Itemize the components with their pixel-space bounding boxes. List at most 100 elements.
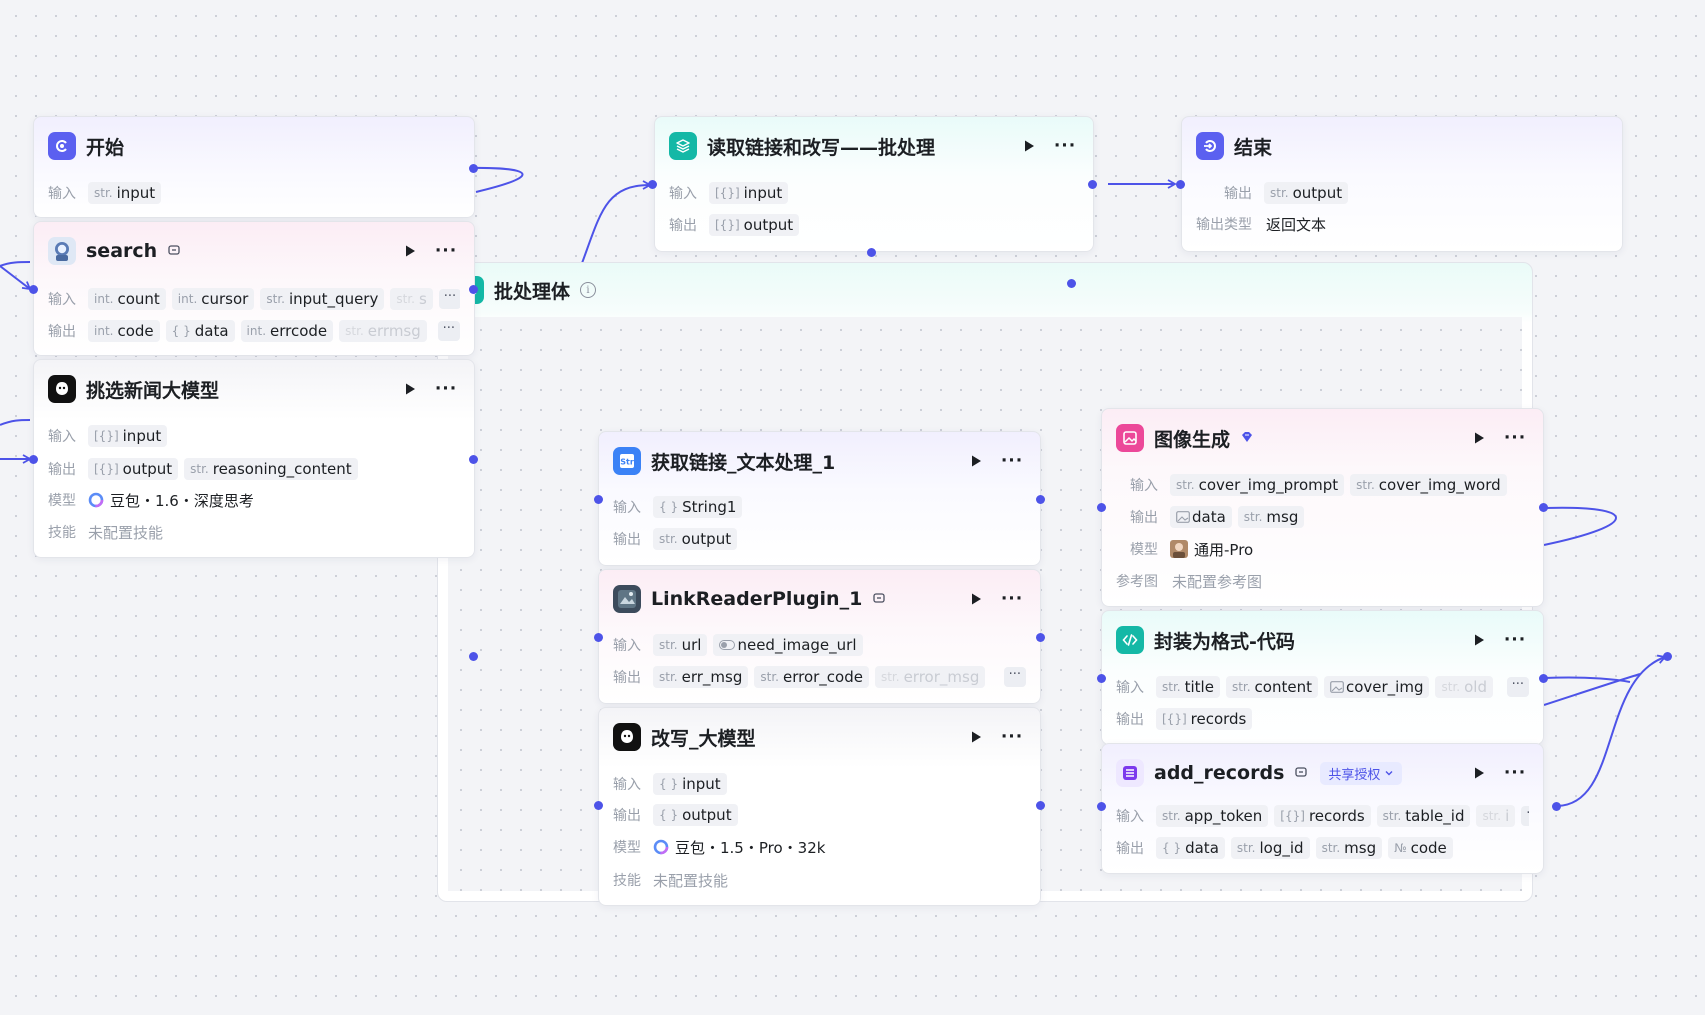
output-port[interactable] xyxy=(1552,802,1561,811)
param-tag: [{}] output xyxy=(709,214,800,236)
input-port[interactable] xyxy=(29,455,38,464)
row-label: 技能 xyxy=(613,873,641,889)
input-port[interactable] xyxy=(594,801,603,810)
node-pick-news-llm[interactable]: 挑选新闻大模型 ··· 输入 [{}] input 输出 [{}] output s… xyxy=(33,359,475,558)
batch-body-port[interactable] xyxy=(1067,279,1076,288)
node-code-header: 封装为格式-代码 ··· xyxy=(1116,625,1529,655)
expand-params-button[interactable]: ··· xyxy=(437,321,460,341)
node-link-reader-header: LinkReaderPlugin_1 ··· xyxy=(613,584,1026,614)
expand-params-button[interactable]: ··· xyxy=(1003,667,1026,687)
skill-value: 未配置技能 xyxy=(653,871,729,890)
run-button[interactable] xyxy=(1017,134,1041,158)
node-add-records-header: add_records 共享授权 ··· xyxy=(1116,758,1529,788)
output-port[interactable] xyxy=(469,164,478,173)
input-port[interactable] xyxy=(1097,802,1106,811)
edge-search-in-top xyxy=(0,261,31,267)
batch-body-port[interactable] xyxy=(867,248,876,257)
plugin-badge-icon xyxy=(1294,765,1310,781)
output-port[interactable] xyxy=(1539,674,1548,683)
output-row: 输出 [{}] records xyxy=(1116,706,1529,732)
node-search[interactable]: search ··· 输入 int. count int. cursor str. i… xyxy=(33,221,475,356)
image-type-icon xyxy=(1176,511,1190,523)
row-label: 技能 xyxy=(48,525,76,541)
param-tag: str. msg xyxy=(1315,837,1383,859)
expand-params-button[interactable]: ··· xyxy=(438,289,460,309)
expand-params-button[interactable]: ··· xyxy=(1506,677,1529,697)
param-tag: str. log_id xyxy=(1230,837,1310,859)
info-icon[interactable]: i xyxy=(580,282,597,298)
astronaut-avatar-icon xyxy=(48,237,76,265)
run-button[interactable] xyxy=(398,239,422,263)
run-button[interactable] xyxy=(1467,426,1491,450)
output-row: 输出 { } output xyxy=(613,802,1026,828)
node-code[interactable]: 封装为格式-代码 ··· 输入 str. title str. content co… xyxy=(1101,610,1544,745)
toggle-type-icon xyxy=(719,640,736,650)
output-port[interactable] xyxy=(1036,801,1045,810)
node-image-gen[interactable]: 图像生成 ··· 输入 str. cover_img_prompt str. cov… xyxy=(1101,408,1544,607)
row-label: 输入 xyxy=(1116,680,1144,696)
param-tag: cover_img xyxy=(1323,676,1430,698)
batch-body-end-port[interactable] xyxy=(1663,652,1672,661)
more-options-button[interactable]: ··· xyxy=(998,725,1026,749)
output-port[interactable] xyxy=(1539,503,1548,512)
run-button[interactable] xyxy=(964,725,988,749)
input-port[interactable] xyxy=(1097,503,1106,512)
input-port[interactable] xyxy=(1176,180,1185,189)
more-options-button[interactable]: ··· xyxy=(1051,134,1079,158)
param-tag: data xyxy=(1170,506,1232,528)
edge-code-out xyxy=(1543,676,1631,683)
run-button[interactable] xyxy=(964,587,988,611)
node-rewrite-llm[interactable]: 改写_大模型 ··· 输入 { } input 输出 { } output 模型 豆… xyxy=(598,707,1041,906)
output-port[interactable] xyxy=(469,285,478,294)
batch-body-start-port[interactable] xyxy=(469,652,478,661)
output-port[interactable] xyxy=(469,455,478,464)
param-tag: [{}] input xyxy=(709,182,789,204)
output-port[interactable] xyxy=(1036,633,1045,642)
more-options-button[interactable]: ··· xyxy=(1501,761,1529,785)
output-row: 输出 [{}] output str. reasoning_content xyxy=(48,456,460,482)
row-label: 输出类型 xyxy=(1196,217,1252,233)
param-tag: str. error_code xyxy=(754,666,869,688)
input-port[interactable] xyxy=(594,495,603,504)
param-tag: str. error_msg xyxy=(874,666,986,688)
more-options-button[interactable]: ··· xyxy=(998,449,1026,473)
row-label: 模型 xyxy=(1130,542,1158,558)
more-options-button[interactable]: ··· xyxy=(432,239,460,263)
more-options-button[interactable]: ··· xyxy=(432,377,460,401)
row-label: 参考图 xyxy=(1116,574,1158,590)
run-button[interactable] xyxy=(398,377,422,401)
run-button[interactable] xyxy=(964,449,988,473)
input-port[interactable] xyxy=(648,180,657,189)
node-pick-news-header: 挑选新闻大模型 ··· xyxy=(48,374,460,404)
run-button[interactable] xyxy=(1467,761,1491,785)
node-end[interactable]: 结束 输出 str. output 输出类型 返回文本 xyxy=(1181,116,1623,252)
output-port[interactable] xyxy=(1036,495,1045,504)
node-link-reader-plugin[interactable]: LinkReaderPlugin_1 ··· 输入 str. url need_i… xyxy=(598,569,1041,704)
node-title: search xyxy=(86,240,158,262)
node-get-link-text[interactable]: Str 获取链接_文本处理_1 ··· 输入 { } String1 输出 str… xyxy=(598,431,1041,566)
row-label: 输出 xyxy=(48,462,76,478)
output-port[interactable] xyxy=(1088,180,1097,189)
param-tag: str. reasoning_content xyxy=(184,458,358,480)
param-tag: str. url xyxy=(653,634,708,656)
input-port[interactable] xyxy=(29,285,38,294)
row-label: 输出 xyxy=(1116,841,1144,857)
more-options-button[interactable]: ··· xyxy=(998,587,1026,611)
input-row: 输入 str. input xyxy=(48,180,460,206)
node-add-records[interactable]: add_records 共享授权 ··· 输入 str. app_token [{… xyxy=(1101,743,1544,874)
shared-auth-dropdown[interactable]: 共享授权 xyxy=(1320,761,1403,785)
exit-icon xyxy=(1196,132,1224,160)
image-type-icon xyxy=(1330,681,1344,693)
input-port[interactable] xyxy=(594,633,603,642)
expand-params-button[interactable]: ··· xyxy=(1521,806,1529,826)
input-row: 输入 str. app_token [{}] records str. table_i… xyxy=(1116,803,1529,829)
node-batch[interactable]: 读取链接和改写——批处理 ··· 输入 [{}] input 输出 [{}] out… xyxy=(654,116,1094,252)
more-options-button[interactable]: ··· xyxy=(1501,426,1529,450)
row-label: 输入 xyxy=(613,500,641,516)
param-tag: str. input_query xyxy=(260,288,385,310)
input-port[interactable] xyxy=(1097,674,1106,683)
run-button[interactable] xyxy=(1467,628,1491,652)
more-options-button[interactable]: ··· xyxy=(1501,628,1529,652)
node-start[interactable]: 开始 输入 str. input xyxy=(33,116,475,218)
param-tag: { } String1 xyxy=(653,496,743,518)
